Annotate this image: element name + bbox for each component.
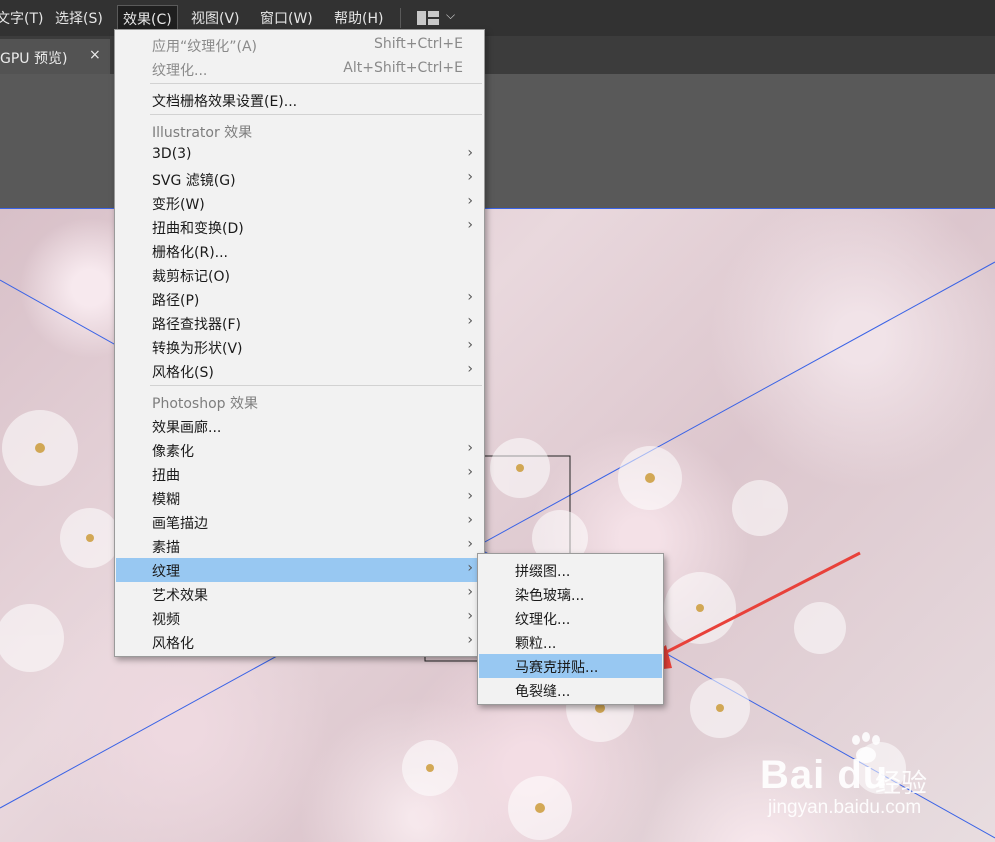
baidu-jingyan-watermark: Bai du 经验 jingyan.baidu.com	[760, 732, 990, 825]
chevron-right-icon: ›	[467, 488, 473, 504]
texture-submenu: 拼缀图... 染色玻璃... 纹理化... 颗粒... 马赛克拼贴... 龟裂缝…	[477, 553, 664, 705]
chevron-right-icon: ›	[467, 584, 473, 600]
menu-item-pixelate[interactable]: 像素化 ›	[116, 438, 483, 462]
chevron-right-icon: ›	[467, 361, 473, 377]
chevron-right-icon: ›	[467, 560, 473, 576]
menu-item-rasterize[interactable]: 栅格化(R)...	[116, 239, 483, 263]
menu-item-pathfinder[interactable]: 路径查找器(F) ›	[116, 311, 483, 335]
menu-type[interactable]: 文字(T)	[0, 8, 43, 28]
watermark-logo: Bai du	[760, 753, 889, 797]
chevron-right-icon: ›	[467, 337, 473, 353]
menu-item-crop-marks[interactable]: 裁剪标记(O)	[116, 263, 483, 287]
photoshop-effects-header: Photoshop 效果	[152, 396, 259, 412]
menu-item-video[interactable]: 视频 ›	[116, 606, 483, 630]
chevron-right-icon: ›	[467, 440, 473, 456]
menu-item-convert-to-shape[interactable]: 转换为形状(V) ›	[116, 335, 483, 359]
chevron-right-icon: ›	[467, 217, 473, 233]
menu-item-sketch[interactable]: 素描 ›	[116, 534, 483, 558]
workspace-switcher-icon[interactable]	[417, 11, 439, 25]
document-tab[interactable]: GPU 预览) ×	[0, 39, 110, 74]
watermark-url: jingyan.baidu.com	[768, 797, 922, 818]
menu-view[interactable]: 视图(V)	[191, 8, 240, 28]
chevron-right-icon: ›	[467, 632, 473, 648]
menu-item-texture[interactable]: 纹理 ›	[116, 558, 483, 582]
submenu-item-craquelure[interactable]: 龟裂缝...	[479, 678, 662, 702]
menu-item-path[interactable]: 路径(P) ›	[116, 287, 483, 311]
chevron-right-icon: ›	[467, 145, 473, 161]
chevron-right-icon: ›	[467, 169, 473, 185]
chevron-right-icon: ›	[467, 536, 473, 552]
menu-divider	[150, 385, 482, 386]
chevron-right-icon: ›	[467, 608, 473, 624]
menubar-divider	[400, 8, 401, 28]
menu-item-distort-transform[interactable]: 扭曲和变换(D) ›	[116, 215, 483, 239]
menu-divider	[150, 114, 482, 115]
submenu-item-patchwork[interactable]: 拼缀图...	[479, 558, 662, 582]
menu-item-distort[interactable]: 扭曲 ›	[116, 462, 483, 486]
menu-item-stylize-photoshop[interactable]: 风格化 ›	[116, 630, 483, 654]
chevron-right-icon: ›	[467, 512, 473, 528]
watermark-subtitle: 经验	[875, 769, 928, 799]
menu-item-blur[interactable]: 模糊 ›	[116, 486, 483, 510]
illustrator-effects-header: Illustrator 效果	[152, 125, 253, 141]
effects-menu: 应用“纹理化”(A) Shift+Ctrl+E 纹理化... Alt+Shift…	[114, 29, 485, 657]
menu-item-artistic[interactable]: 艺术效果 ›	[116, 582, 483, 606]
menu-item-stylize-illustrator[interactable]: 风格化(S) ›	[116, 359, 483, 383]
chevron-right-icon: ›	[467, 289, 473, 305]
menu-item-raster-settings[interactable]: 文档栅格效果设置(E)...	[116, 88, 483, 112]
menu-item-warp[interactable]: 变形(W) ›	[116, 191, 483, 215]
menu-item-svg-filters[interactable]: SVG 滤镜(G) ›	[116, 167, 483, 191]
chevron-down-icon[interactable]: ⌵	[446, 8, 455, 23]
menu-select[interactable]: 选择(S)	[55, 8, 103, 28]
menu-window[interactable]: 窗口(W)	[260, 8, 313, 28]
close-icon[interactable]: ×	[89, 47, 101, 63]
menu-divider	[150, 83, 482, 84]
submenu-item-texturizer[interactable]: 纹理化...	[479, 606, 662, 630]
chevron-right-icon: ›	[467, 193, 473, 209]
menu-item-3d[interactable]: 3D(3) ›	[116, 143, 483, 167]
submenu-item-grain[interactable]: 颗粒...	[479, 630, 662, 654]
document-tab-title: GPU 预览)	[0, 51, 68, 67]
submenu-item-stained-glass[interactable]: 染色玻璃...	[479, 582, 662, 606]
menu-item-last-effect: 纹理化... Alt+Shift+Ctrl+E	[152, 60, 463, 79]
chevron-right-icon: ›	[467, 313, 473, 329]
chevron-right-icon: ›	[467, 464, 473, 480]
menu-item-effect-gallery[interactable]: 效果画廊...	[116, 414, 483, 438]
menu-item-apply-last-effect: 应用“纹理化”(A) Shift+Ctrl+E	[152, 36, 463, 55]
submenu-item-mosaic-tiles[interactable]: 马赛克拼贴...	[479, 654, 662, 678]
menu-item-brush-strokes[interactable]: 画笔描边 ›	[116, 510, 483, 534]
menu-help[interactable]: 帮助(H)	[334, 8, 383, 28]
